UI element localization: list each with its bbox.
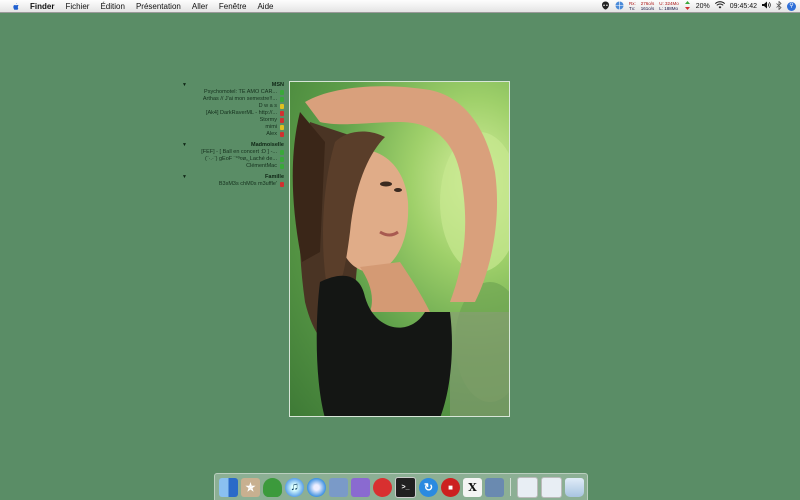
adium-duck-icon[interactable] (263, 477, 282, 497)
network-labels: Rx: Tx: (629, 1, 636, 11)
portrait-illustration (292, 86, 509, 416)
x11-icon[interactable]: X (463, 477, 482, 497)
terminal-icon[interactable]: >_ (395, 476, 416, 498)
status-dot-icon (280, 111, 284, 116)
menu-fenetre[interactable]: Fenêtre (219, 2, 247, 11)
trash-icon[interactable] (565, 477, 584, 497)
battery-percent[interactable]: 20% (696, 3, 710, 10)
sync-icon[interactable]: ↻ (419, 477, 438, 497)
buddy-item[interactable]: [FEF] - [ Ball en concert :D ] -... (182, 149, 284, 156)
status-dot-icon (280, 125, 284, 130)
network-rates: 276o/s 161o/s (641, 1, 655, 11)
clock[interactable]: 09:45:42 (730, 3, 757, 10)
buddy-item[interactable]: ClémentMac (182, 163, 284, 170)
tomato-icon[interactable] (373, 477, 392, 497)
group-header-msn[interactable]: ▼ MSN (182, 82, 284, 89)
buddy-item[interactable]: Psychomotel: TE AMO CAR... (182, 89, 284, 96)
buddy-item[interactable]: Arthas // J'ai mon semestre!!... (182, 96, 284, 103)
transmission-icon[interactable] (351, 477, 370, 497)
activity-arrows-icon[interactable] (684, 0, 691, 12)
safari-icon[interactable] (307, 477, 326, 497)
menu-bar: Finder Fichier Édition Présentation Alle… (0, 0, 800, 13)
buddy-item[interactable]: (¨·.·¨) gEoF ¨°º¤ø„¸Laché de... (182, 156, 284, 163)
status-dot-icon (280, 132, 284, 137)
buddy-name: Psychomotel: TE AMO CAR... (204, 89, 277, 95)
tx-label: Tx: (628, 6, 636, 11)
buddy-name: (¨·.·¨) gEoF ¨°º¤ø„¸Laché de... (204, 156, 277, 162)
dock: ✯ ♫ >_ ↻ ■ X (214, 473, 588, 500)
buddy-item[interactable]: B3sM3s chM0s m3uffle' (182, 181, 284, 188)
tx-rate: 161o/s (640, 6, 655, 11)
network-totals: U: 324Mo L: 188Mo (659, 1, 679, 11)
alien-menulet-icon[interactable] (601, 1, 610, 12)
group-name: Madmoiselle (250, 142, 284, 148)
itunes-icon[interactable]: ♫ (285, 477, 304, 497)
buddy-name: [Ak4] DarkRaverML - http://... (205, 110, 277, 116)
buddy-name: [FEF] - [ Ball en concert :D ] -... (201, 149, 277, 155)
desktop-photo (289, 81, 510, 417)
documents-folder-icon[interactable] (541, 476, 562, 498)
buddy-name: D w a s (258, 103, 277, 109)
status-dot-icon (280, 104, 284, 109)
menu-finder[interactable]: Finder (30, 2, 54, 11)
downloads-folder-icon[interactable] (517, 476, 538, 498)
buddy-item[interactable]: D w a s (182, 103, 284, 110)
finder-icon[interactable] (219, 477, 238, 497)
menu-presentation[interactable]: Présentation (136, 2, 181, 11)
status-dot-icon (280, 157, 284, 162)
buddy-item[interactable]: Stormy (182, 117, 284, 124)
menu-aide[interactable]: Aide (257, 2, 273, 11)
menu-fichier[interactable]: Fichier (65, 2, 89, 11)
buddy-name: Alex (266, 131, 277, 137)
preview-icon[interactable] (329, 477, 348, 497)
disclosure-triangle-icon[interactable]: ▼ (182, 82, 187, 89)
disclosure-triangle-icon[interactable]: ▼ (182, 142, 187, 149)
buddy-item[interactable]: mimi (182, 124, 284, 131)
download-total: L: 188Mo (659, 6, 678, 11)
status-dot-icon (280, 118, 284, 123)
status-dot-icon (280, 97, 284, 102)
buddy-name: Arthas // J'ai mon semestre!!... (202, 96, 277, 102)
group-name: Famille (265, 174, 284, 180)
status-dot-icon (280, 182, 284, 187)
network-globe-icon[interactable] (615, 1, 624, 12)
wifi-icon[interactable] (714, 1, 725, 11)
stop-icon[interactable]: ■ (441, 477, 460, 497)
group-name: MSN (271, 82, 284, 88)
cyberduck-icon[interactable]: ✯ (241, 477, 260, 497)
group-header-famille[interactable]: ▼ Famille (182, 174, 284, 181)
buddy-list: ▼ MSN Psychomotel: TE AMO CAR... Arthas … (182, 82, 284, 188)
status-dot-icon (280, 90, 284, 95)
menu-edition[interactable]: Édition (100, 2, 124, 11)
buddy-name: mimi (265, 124, 277, 130)
status-dot-icon (280, 150, 284, 155)
disclosure-triangle-icon[interactable]: ▼ (182, 174, 187, 181)
status-dot-icon (280, 164, 284, 169)
iphoto-icon[interactable] (485, 477, 504, 497)
status-area: Rx: Tx: 276o/s 161o/s U: 324Mo L: 188Mo … (596, 0, 796, 12)
volume-icon[interactable] (762, 1, 771, 11)
apple-logo-icon[interactable] (11, 2, 20, 11)
dock-separator (510, 478, 511, 496)
bluetooth-icon[interactable] (776, 0, 782, 12)
buddy-name: ClémentMac (246, 163, 277, 169)
buddy-item[interactable]: Alex (182, 131, 284, 138)
spotlight-icon[interactable]: ⚲ (787, 1, 796, 11)
buddy-item[interactable]: [Ak4] DarkRaverML - http://... (182, 110, 284, 117)
menu-aller[interactable]: Aller (192, 2, 208, 11)
group-header-madmoiselle[interactable]: ▼ Madmoiselle (182, 142, 284, 149)
buddy-name: Stormy (259, 117, 277, 123)
buddy-name: B3sM3s chM0s m3uffle' (218, 181, 277, 187)
